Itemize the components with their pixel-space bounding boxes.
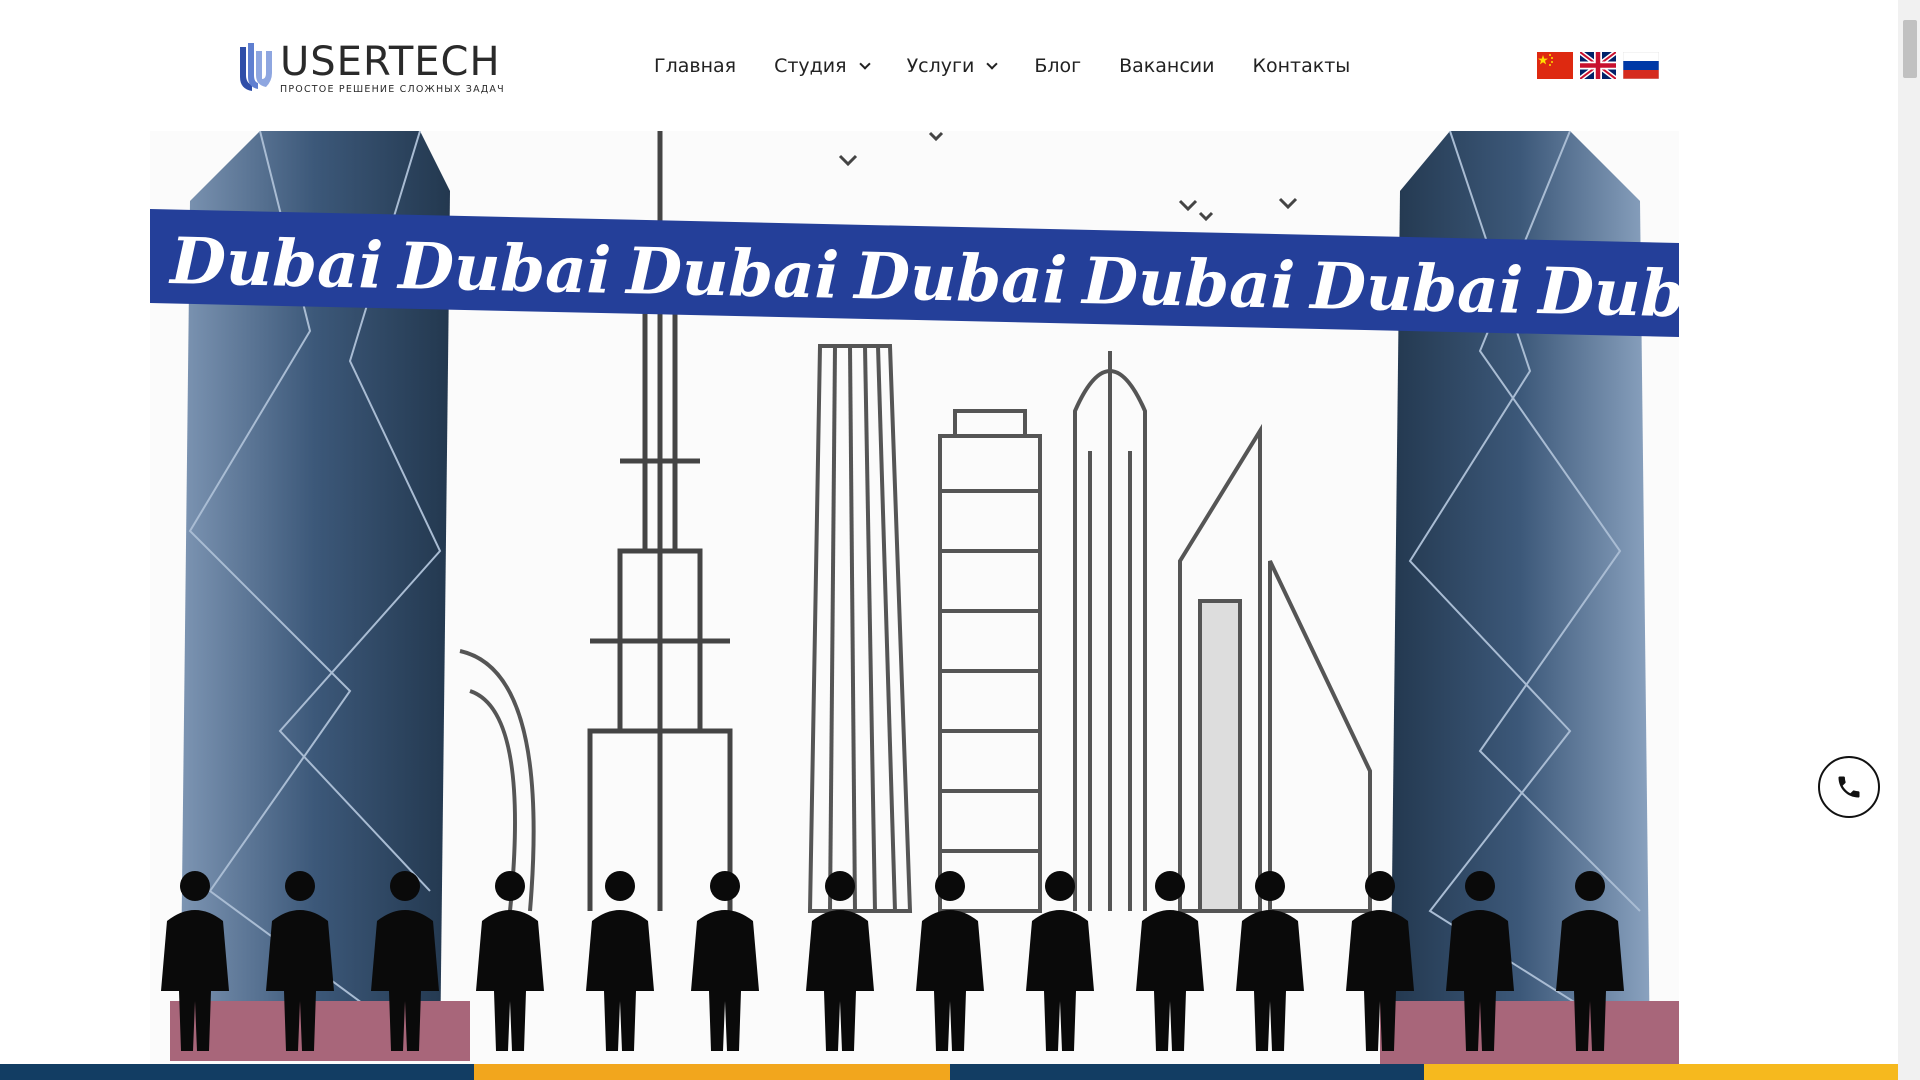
main-nav: Главная Студия Услуги Блог Вакансии Конт…	[654, 50, 1350, 82]
site-header: USERTECH ПРОСТОЕ РЕШЕНИЕ СЛОЖНЫХ ЗАДАЧ Г…	[0, 0, 1898, 130]
banner-word: Dubai	[624, 234, 840, 314]
dubai-skyline-illustration: Dubai Dubai Dubai Dubai Dubai Dubai Dubai	[150, 131, 1679, 1064]
nav-item-services[interactable]: Услуги	[906, 55, 998, 77]
nav-item-studio[interactable]: Студия	[774, 55, 871, 77]
nav-item-label: Услуги	[906, 55, 975, 77]
chevron-down-icon	[858, 57, 871, 70]
nav-item-label: Контакты	[1252, 55, 1351, 77]
nav-item-home[interactable]: Главная	[654, 55, 736, 77]
nav-item-label: Студия	[774, 55, 847, 77]
nav-item-label: Главная	[654, 55, 737, 77]
logo-text: USERTECH ПРОСТОЕ РЕШЕНИЕ СЛОЖНЫХ ЗАДАЧ	[280, 41, 505, 95]
hero-banner: Dubai Dubai Dubai Dubai Dubai Dubai Dubai	[150, 131, 1679, 1064]
language-switcher	[1537, 52, 1659, 79]
uk-flag-icon[interactable]	[1580, 52, 1616, 79]
page-scrollbar[interactable]	[1898, 0, 1920, 1080]
banner-word: Dubai	[1536, 254, 1679, 334]
bottom-color-strip	[0, 1064, 1898, 1080]
banner-word: Dubai	[168, 224, 384, 304]
logo-name: USERTECH	[280, 39, 501, 85]
nav-item-vacancies[interactable]: Вакансии	[1119, 55, 1214, 77]
nav-item-label: Вакансии	[1119, 55, 1215, 77]
nav-item-label: Блог	[1034, 55, 1082, 77]
logo-mark-icon	[240, 43, 272, 91]
nav-item-blog[interactable]: Блог	[1034, 55, 1081, 77]
scrollbar-thumb[interactable]	[1903, 20, 1917, 78]
banner-word: Dubai	[1080, 244, 1296, 324]
logo-tagline: ПРОСТОЕ РЕШЕНИЕ СЛОЖНЫХ ЗАДАЧ	[280, 84, 505, 95]
usertech-logo[interactable]: USERTECH ПРОСТОЕ РЕШЕНИЕ СЛОЖНЫХ ЗАДАЧ	[236, 38, 516, 98]
russia-flag-icon[interactable]	[1623, 52, 1659, 79]
banner-word: Dubai	[396, 229, 612, 309]
call-button[interactable]	[1818, 756, 1880, 818]
chevron-down-icon	[986, 57, 998, 70]
banner-word: Dubai	[1308, 249, 1524, 329]
phone-icon	[1838, 776, 1860, 798]
nav-item-contacts[interactable]: Контакты	[1253, 55, 1351, 77]
banner-word: Dubai	[852, 239, 1068, 319]
china-flag-icon[interactable]	[1537, 52, 1573, 79]
